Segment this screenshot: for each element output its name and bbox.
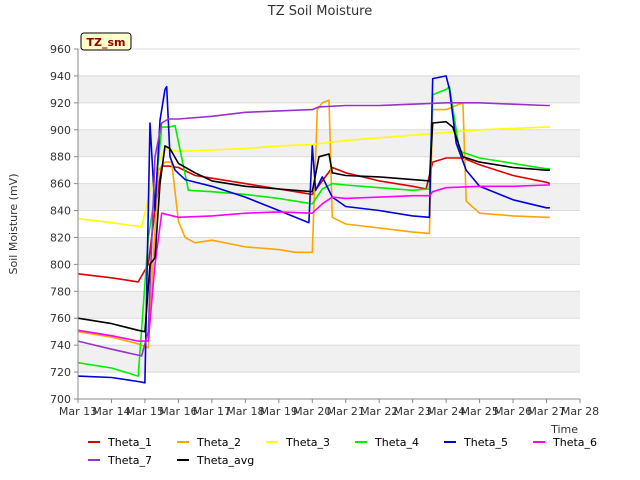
y-tick-label: 860 (50, 178, 71, 191)
y-axis-label: Soil Moisture (mV) (7, 174, 20, 275)
y-tick-label: 780 (50, 285, 71, 298)
chart-title: TZ Soil Moisture (267, 4, 373, 19)
badge-label: TZ_sm (87, 36, 126, 49)
legend-label-theta-3: Theta_3 (285, 436, 330, 449)
y-tick-label: 740 (50, 339, 71, 352)
legend-label-theta-avg: Theta_avg (196, 454, 254, 467)
y-tick-label: 880 (50, 151, 71, 164)
y-tick-label: 720 (50, 366, 71, 379)
plot-band (78, 75, 580, 103)
chart: TZ Soil Moisture Mar 13 Mar 14 Mar 15 Mar 1… (0, 0, 640, 480)
legend-label-theta-2: Theta_2 (196, 436, 241, 449)
legend-label-theta-5: Theta_5 (463, 436, 508, 449)
y-tick-label: 840 (50, 205, 71, 218)
y-tick-label: 760 (50, 312, 71, 325)
x-tick-labels: Mar 13Mar 14Mar 15Mar 16Mar 17Mar 18Mar … (59, 405, 599, 418)
y-tick-label: 960 (50, 43, 71, 56)
legend-label-theta-6: Theta_6 (552, 436, 597, 449)
y-tick-label: 920 (50, 97, 71, 110)
x-axis-label: Time (550, 423, 578, 436)
y-tick-label: 800 (50, 258, 71, 271)
y-tick-label: 940 (50, 70, 71, 83)
legend-label-theta-1: Theta_1 (107, 436, 152, 449)
y-tick-label: 820 (50, 231, 71, 244)
y-tick-labels: 700 720 740 760 780 800 820 840 860 880 900 920 940 9… (50, 43, 71, 406)
plot-band (78, 345, 580, 373)
chart-svg: TZ Soil Moisture Mar 13Mar 14Mar 15Mar 1… (7, 4, 599, 467)
legend-label-theta-4: Theta_4 (374, 436, 419, 449)
y-tick-label: 700 (50, 393, 71, 406)
station-badge: TZ_sm (80, 32, 132, 51)
y-tick-label: 900 (50, 124, 71, 137)
plot-band (78, 291, 580, 319)
legend-label-theta-7: Theta_7 (107, 454, 152, 467)
legend: Theta_1 Theta_2 Theta_3 Theta_4 Theta_5 Theta… (88, 436, 597, 467)
x-tick-label: Mar 28 (561, 405, 599, 418)
